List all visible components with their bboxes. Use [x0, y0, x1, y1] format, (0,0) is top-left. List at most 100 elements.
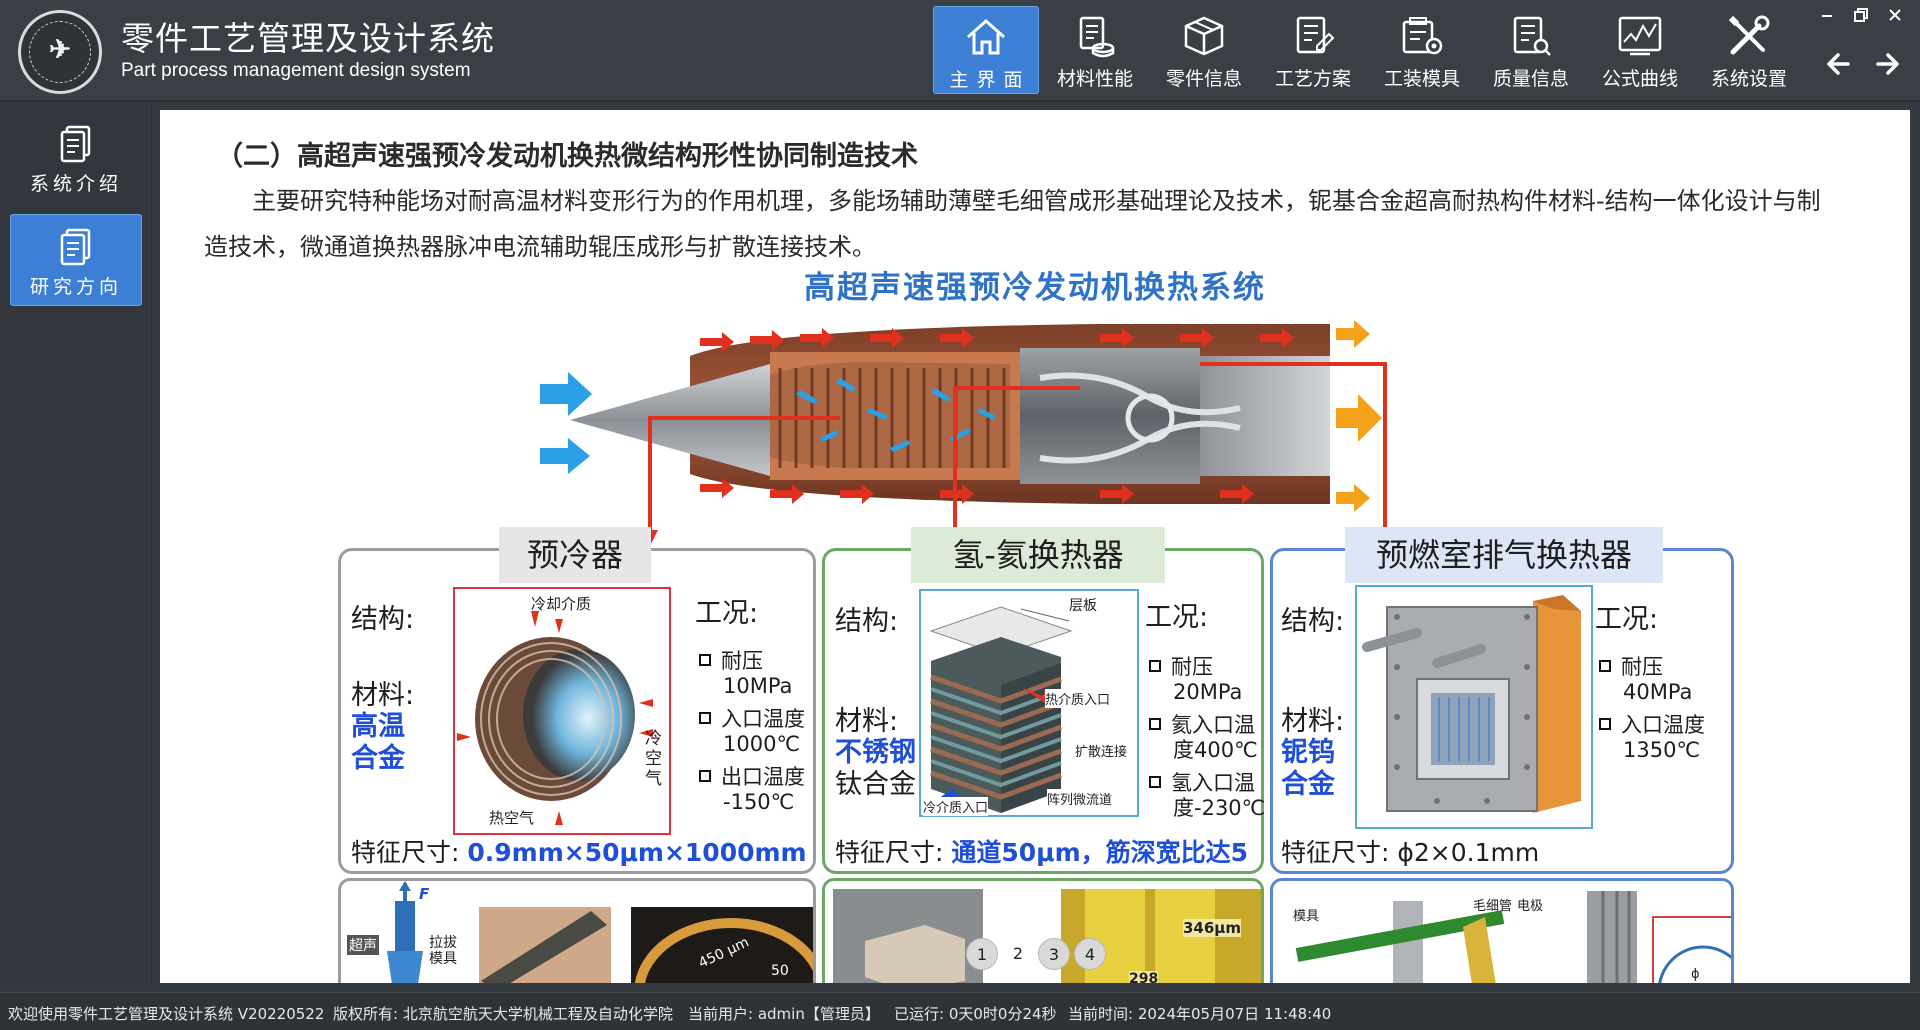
close-icon[interactable]: [1884, 4, 1906, 26]
process-images-exchanger: 346μm 298: [822, 878, 1264, 983]
tooling-icon: [1402, 17, 1443, 55]
nav-formula-curve[interactable]: 公式曲线: [1587, 6, 1693, 94]
page-dot-1[interactable]: 1: [966, 938, 998, 970]
force-label: F: [419, 885, 430, 903]
dimension-label: 特征尺寸: 0.9mm×50μm×1000mm: [351, 838, 807, 867]
exchanger-stack-image: 层板 热介质入口 扩散连接 阵列微流道 冷介质入口: [919, 589, 1139, 817]
condition-item: 氢入口温 度-230℃: [1149, 771, 1265, 821]
condition-item: 出口温度 -150℃: [699, 765, 805, 815]
precooler-cold-air-label: 冷 空 气: [645, 729, 662, 789]
nav-quality[interactable]: 质量信息: [1478, 6, 1584, 94]
status-runtime: 已运行: 0天0时0分24秒: [894, 1005, 1057, 1023]
nav-process-plan-label: 工艺方案: [1274, 68, 1351, 90]
structure-label: 结构:: [1281, 606, 1345, 637]
material-value-line1: 高温: [351, 711, 405, 742]
nav-quality-label: 质量信息: [1492, 68, 1569, 90]
condition-item: 入口温度 1350℃: [1599, 713, 1705, 763]
page-dot-4[interactable]: 4: [1074, 938, 1106, 970]
page-dot-2[interactable]: 2: [1002, 938, 1034, 970]
ultrasonic-label: 超声: [347, 935, 379, 955]
document-icon: [60, 125, 91, 163]
sidebar-item-intro-label: 系统介绍: [29, 173, 122, 195]
section-title: （二）高超声速强预冷发动机换热微结构形性协同制造技术: [216, 141, 918, 172]
dimension-50um-label: 50 μm: [771, 963, 794, 983]
precooler-image: 冷却介质 冷 空 气 热空气: [453, 587, 671, 835]
material-value-line2: 合金: [351, 743, 405, 774]
structure-label: 结构:: [835, 606, 899, 637]
back-arrow-icon[interactable]: [1818, 44, 1858, 84]
status-bar: 欢迎使用零件工艺管理及设计系统 V20220522 版权所有: 北京航空航天大学…: [0, 992, 1920, 1030]
tools-icon: [1728, 15, 1770, 55]
material-label: 材料:: [1281, 706, 1345, 737]
condition-item: 耐压 10MPa: [699, 649, 792, 699]
dimension-298-label: 298: [1129, 971, 1159, 983]
exhaust-exchanger-image: [1355, 585, 1593, 829]
forward-arrow-icon[interactable]: [1868, 44, 1908, 84]
dimension-346um-label: 346μm: [1183, 919, 1241, 937]
home-icon: [967, 18, 1005, 55]
stack-layer-label: 层板: [1069, 598, 1097, 614]
figure-title: 高超声速强预冷发动机换热系统: [804, 270, 1266, 306]
quality-icon: [1513, 16, 1551, 56]
nav-material-label: 材料性能: [1056, 68, 1133, 90]
panel-precooler-title: 预冷器: [499, 527, 651, 583]
stack-cold-inlet-label: 冷介质入口: [923, 797, 989, 816]
electrode-label: 电极: [1517, 899, 1544, 914]
material-label: 材料:: [351, 680, 415, 711]
nav-material[interactable]: 材料性能: [1042, 6, 1148, 94]
drawing-die-label: 拉拔模具: [429, 935, 457, 967]
nav-settings[interactable]: 系统设置: [1696, 6, 1802, 94]
process-images-precooler: F 超声 拉拔模具 450 μm 50 μm: [338, 878, 816, 983]
nav-tooling[interactable]: 工装模具: [1369, 6, 1475, 94]
title-bar: ✈ 零件工艺管理及设计系统 Part process management de…: [0, 0, 1920, 102]
material-value-line1: 不锈钢: [835, 737, 916, 768]
page-dot-3[interactable]: 3: [1038, 938, 1070, 970]
stack-diffusion-label: 扩散连接: [1075, 745, 1128, 760]
condition-label: 工况:: [695, 598, 759, 629]
stack-microchannel-label: 阵列微流道: [1047, 789, 1113, 808]
panel-preburner-title: 预燃室排气换热器: [1345, 527, 1663, 583]
curve-chart-icon: [1618, 16, 1662, 56]
material-label: 材料:: [835, 706, 899, 737]
condition-label: 工况:: [1595, 604, 1659, 635]
precooler-coolant-label: 冷却介质: [531, 595, 592, 613]
sidebar-item-intro[interactable]: 系统介绍: [10, 112, 142, 204]
dimension-value: ϕ2×0.1mm: [1397, 838, 1540, 867]
status-user: 当前用户: admin【管理员】: [688, 1005, 880, 1023]
condition-item: 入口温度 1000℃: [699, 707, 805, 757]
condition-item: 氦入口温 度400℃: [1149, 713, 1258, 763]
dimension-label: 特征尺寸: 通道50μm，筋深宽比达5: [835, 838, 1249, 867]
status-welcome: 欢迎使用零件工艺管理及设计系统 V20220522: [8, 1005, 325, 1023]
minimize-icon[interactable]: [1816, 4, 1838, 26]
status-time: 当前时间: 2024年05月07日 11:48:40: [1068, 1005, 1332, 1023]
panel-preburner-exchanger: 预燃室排气换热器 结构: 材料: 铌钨 合金 工况: 耐压 40MPa 入口温度 1…: [1270, 527, 1734, 874]
material-value-line2: 合金: [1281, 769, 1335, 800]
capillary-label: 毛细管: [1473, 899, 1513, 914]
mold-label: 模具: [1293, 909, 1320, 924]
app-subtitle: Part process management design system: [121, 60, 471, 81]
panel-hh-title: 氢-氦换热器: [911, 527, 1165, 583]
panel-hydrogen-helium-exchanger: 氢-氦换热器 结构: 材料: 不锈钢 钛合金 层板 热介质入口 扩散连接 阵列微…: [822, 527, 1265, 874]
nav-formula-curve-label: 公式曲线: [1601, 68, 1678, 90]
restore-icon[interactable]: [1850, 4, 1872, 26]
process-plan-icon: [1296, 16, 1335, 54]
sidebar: 系统介绍 研究方向: [0, 104, 152, 984]
research-paragraph: 主要研究特种能场对耐高温材料变形行为的作用机理，多能场辅助薄壁毛细管成形基础理论…: [204, 187, 1821, 261]
nav-tooling-label: 工装模具: [1383, 68, 1460, 90]
panel-precooler: 预冷器 结构: 材料: 高温 合金 冷却介质 冷 空 气 热空气 工况: 耐压 …: [338, 527, 816, 874]
sidebar-item-research[interactable]: 研究方向: [10, 214, 142, 306]
dimension-label: 特征尺寸: ϕ2×0.1mm: [1281, 838, 1540, 867]
nav-part-info-label: 零件信息: [1165, 68, 1242, 90]
precooler-hot-air-label: 热空气: [489, 809, 535, 827]
material-value-line2: 钛合金: [835, 769, 916, 800]
condition-item: 耐压 20MPa: [1149, 655, 1242, 705]
status-copyright: 版权所有: 北京航空航天大学机械工程及自动化学院: [333, 1005, 673, 1023]
part-box-icon: [1184, 16, 1224, 56]
nav-process-plan[interactable]: 工艺方案: [1260, 6, 1366, 94]
dimension-value: 0.9mm×50μm×1000mm: [467, 838, 807, 867]
nav-part-info[interactable]: 零件信息: [1151, 6, 1257, 94]
document-icon: [60, 228, 91, 266]
university-logo: ✈: [18, 10, 102, 94]
nav-home[interactable]: 主界面: [933, 6, 1039, 94]
material-value-line1: 铌钨: [1281, 737, 1335, 768]
